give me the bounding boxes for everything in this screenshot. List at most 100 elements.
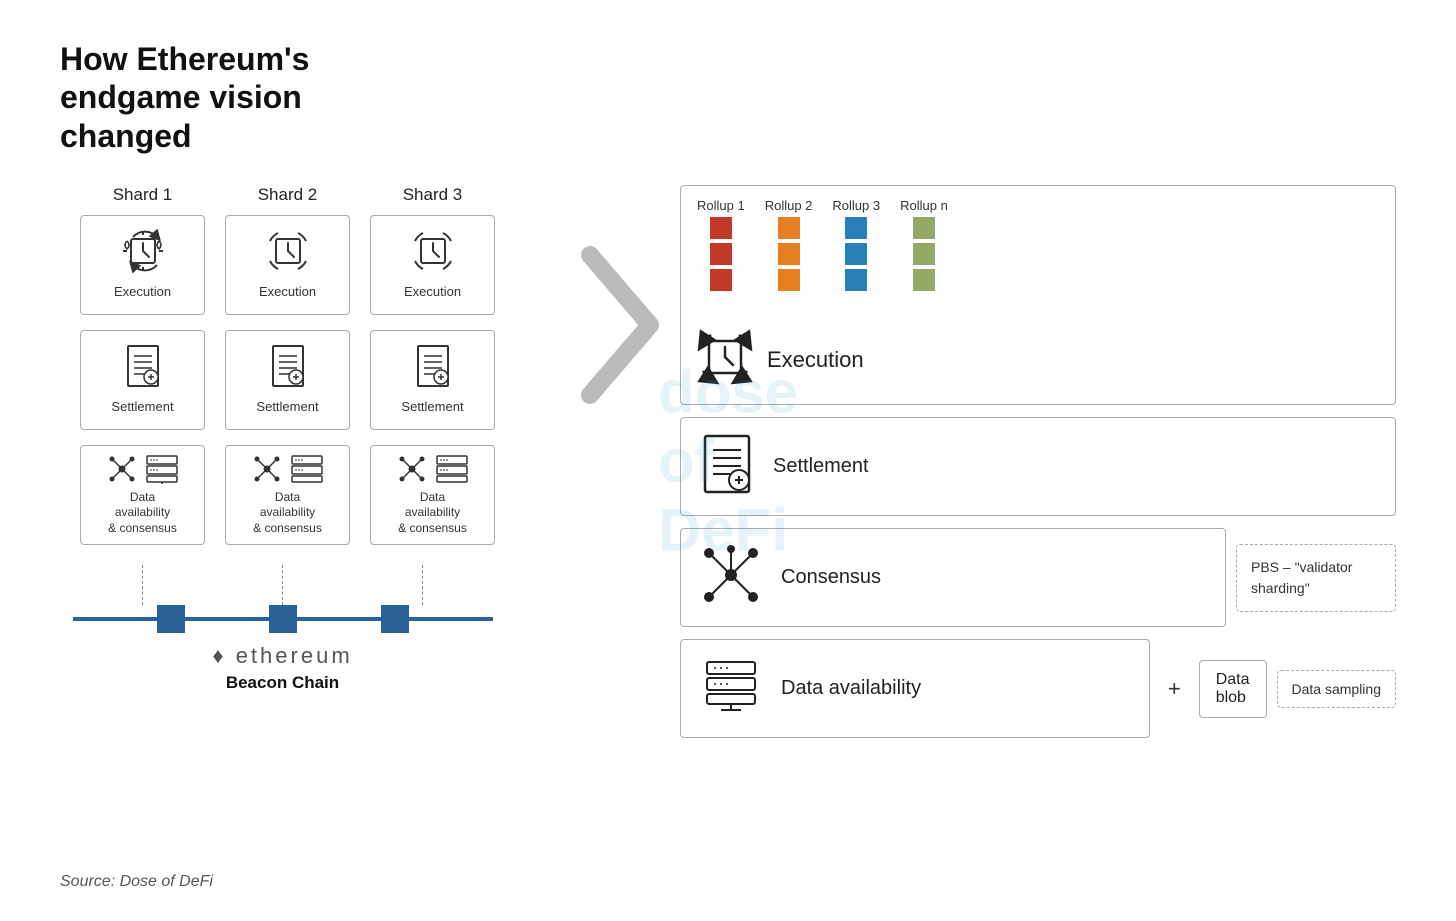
settlement-icon-3 [414, 344, 452, 393]
shard-2-col: Execution [215, 215, 360, 545]
shard-3-execution-label: Execution [404, 284, 461, 301]
pbs-label: PBS – "validator sharding" [1236, 544, 1396, 612]
execution-icon-1 [121, 229, 165, 278]
rollup-2-block-1 [778, 217, 800, 239]
data-sampling-wrapper: Data sampling [1277, 670, 1397, 708]
right-settlement-label: Settlement [773, 455, 869, 478]
beacon-line-mid2 [297, 617, 381, 621]
shard-3-execution-box: Execution [370, 215, 495, 315]
rollup-2-col: Rollup 2 [765, 198, 813, 291]
left-side: Shard 1 Shard 2 Shard 3 [60, 185, 560, 693]
right-consensus-box: Consensus [680, 528, 1226, 627]
shard-1-execution-label: Execution [114, 284, 171, 301]
rollup-1-block-2 [710, 243, 732, 265]
rollup-3-col: Rollup 3 [832, 198, 880, 291]
shard-2-execution-box: Execution [225, 215, 350, 315]
shard-1-settlement-box: Settlement [80, 330, 205, 430]
source-text: Source: Dose of DeFi [60, 873, 213, 891]
rollup-n-blocks [913, 217, 935, 291]
da-icon-2 [252, 454, 324, 484]
da-icon-1 [107, 454, 179, 484]
shard-1-da-box: Dataavailability& consensus [80, 445, 205, 545]
rollup-n-col: Rollup n [900, 198, 948, 291]
rollup-3-block-3 [845, 269, 867, 291]
beacon-square-3 [381, 605, 409, 633]
rollup-n-block-2 [913, 243, 935, 265]
data-blob-box: Data blob [1199, 660, 1267, 718]
consensus-row-wrapper: Consensus PBS – "validator sharding" [680, 528, 1396, 627]
beacon-chain-row [73, 605, 493, 633]
beacon-line-right [409, 617, 493, 621]
rollup-2-blocks [778, 217, 800, 291]
beacon-line-mid1 [185, 617, 269, 621]
shard-3-settlement-box: Settlement [370, 330, 495, 430]
shard-3-da-label: Dataavailability& consensus [398, 490, 467, 537]
rollup-1-block-1 [710, 217, 732, 239]
right-data-label: Data availability [781, 677, 921, 700]
shard-1-col: Execution [70, 215, 215, 545]
beacon-square-1 [157, 605, 185, 633]
shard-1-settlement-label: Settlement [111, 399, 173, 416]
shard-2-settlement-box: Settlement [225, 330, 350, 430]
shard-3-settlement-label: Settlement [401, 399, 463, 416]
rollup-n-label: Rollup n [900, 198, 948, 213]
right-execution-box: Rollup 1 Rollup 2 [680, 185, 1396, 405]
settlement-icon-right [701, 434, 753, 499]
shard-3-col: Execution [360, 215, 505, 545]
rollup-1-col: Rollup 1 [697, 198, 745, 291]
ethereum-logo: ♦ ethereum [212, 643, 352, 669]
rollup-n-block-3 [913, 269, 935, 291]
rollup-2-block-2 [778, 243, 800, 265]
plus-sign: + [1168, 676, 1181, 702]
right-consensus-label: Consensus [781, 566, 881, 589]
beacon-line-left [73, 617, 157, 621]
shard-1-da-label: Dataavailability& consensus [108, 490, 177, 537]
data-row-wrapper: Data availability + Data blob Data sampl… [680, 639, 1396, 738]
page-title: How Ethereum'sendgame vision changed [60, 40, 440, 155]
shard-columns: Execution [60, 215, 560, 545]
beacon-chain-label: Beacon Chain [226, 673, 339, 693]
dashed-lines [73, 565, 493, 605]
middle-arrow-area [560, 185, 680, 405]
rollup-3-block-1 [845, 217, 867, 239]
main-container: How Ethereum'sendgame vision changed Sha… [0, 0, 1456, 921]
rollup-3-block-2 [845, 243, 867, 265]
big-arrow-svg [570, 245, 670, 405]
shard-2-execution-label: Execution [259, 284, 316, 301]
right-data-box: Data availability [680, 639, 1150, 738]
consensus-icon-right [701, 545, 761, 610]
execution-bottom: Execution [697, 329, 864, 390]
rollup-3-blocks [845, 217, 867, 291]
settlement-icon-2 [269, 344, 307, 393]
rollup-1-blocks [710, 217, 732, 291]
settlement-icon-1 [124, 344, 162, 393]
dashed-line-3 [422, 565, 424, 605]
right-side: Rollup 1 Rollup 2 [680, 185, 1396, 738]
rollup-1-block-3 [710, 269, 732, 291]
shard-headers: Shard 1 Shard 2 Shard 3 [60, 185, 560, 205]
beacon-square-2 [269, 605, 297, 633]
beacon-area: ♦ ethereum Beacon Chain [60, 565, 495, 693]
shard-3-header: Shard 3 [360, 185, 505, 205]
dashed-line-1 [142, 565, 144, 605]
rollup-3-label: Rollup 3 [832, 198, 880, 213]
rollup-n-block-1 [913, 217, 935, 239]
settlement-row-wrapper: Settlement [680, 417, 1396, 516]
shard-1-header: Shard 1 [70, 185, 215, 205]
execution-icon-3 [411, 229, 455, 278]
da-icon-3 [397, 454, 469, 484]
shard-2-settlement-label: Settlement [256, 399, 318, 416]
execution-icon-right [697, 329, 753, 390]
execution-icon-2 [266, 229, 310, 278]
rollup-1-label: Rollup 1 [697, 198, 745, 213]
shard-2-da-box: Dataavailability& consensus [225, 445, 350, 545]
shard-1-execution-box: Execution [80, 215, 205, 315]
rollup-2-block-3 [778, 269, 800, 291]
data-sampling-label: Data sampling [1277, 670, 1397, 708]
shard-2-header: Shard 2 [215, 185, 360, 205]
content-area: Shard 1 Shard 2 Shard 3 [60, 185, 1396, 738]
shard-2-da-label: Dataavailability& consensus [253, 490, 322, 537]
shard-3-da-box: Dataavailability& consensus [370, 445, 495, 545]
rollup-2-label: Rollup 2 [765, 198, 813, 213]
right-execution-label: Execution [767, 347, 864, 373]
